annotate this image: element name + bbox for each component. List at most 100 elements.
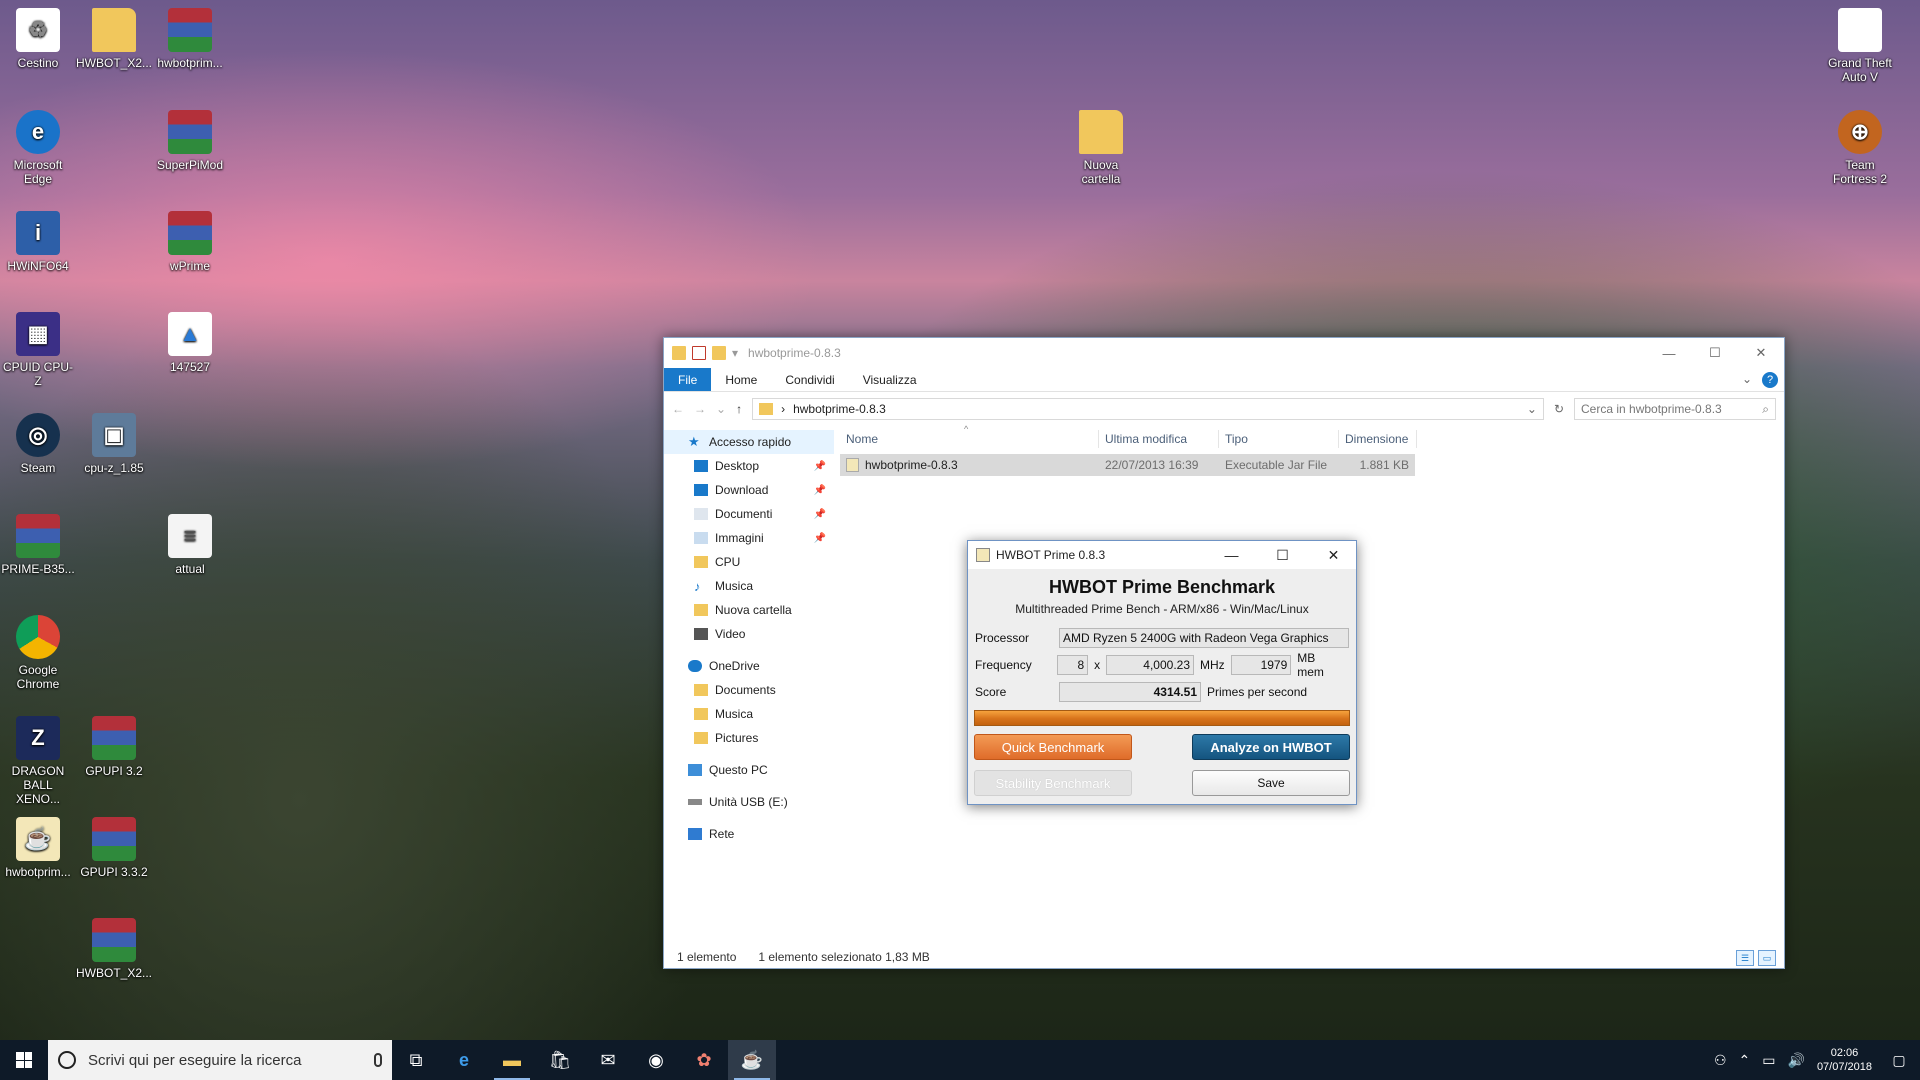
nav-immagini[interactable]: Immagini 📌 xyxy=(664,526,834,550)
nav-musica[interactable]: ♪ Musica xyxy=(664,574,834,598)
recycle-bin-icon: ♻ xyxy=(16,8,60,52)
properties-icon[interactable] xyxy=(692,346,706,360)
chrome-taskbar-icon[interactable]: ◉ xyxy=(632,1040,680,1080)
tab-home[interactable]: Home xyxy=(711,368,771,391)
column-ultima-modifica[interactable]: Ultima modifica xyxy=(1099,430,1219,448)
expand-ribbon-icon[interactable]: ⌄ xyxy=(1742,372,1752,391)
nav-nuova-cartella[interactable]: Nuova cartella xyxy=(664,598,834,622)
minimize-button[interactable]: — xyxy=(1209,541,1254,569)
taskbar-search-box[interactable]: Scrivi qui per eseguire la ricerca xyxy=(48,1040,392,1080)
java-taskbar-icon[interactable]: ☕ xyxy=(728,1040,776,1080)
nav-onedrive-pictures[interactable]: Pictures xyxy=(664,726,834,750)
chevron-down-icon[interactable]: ▾ xyxy=(732,346,738,360)
desktop-icon-dragonball[interactable]: Z DRAGON BALL XENO... xyxy=(0,716,76,806)
benchmark-progress-bar xyxy=(974,710,1350,726)
task-view-icon[interactable]: ⧉ xyxy=(392,1040,440,1080)
desktop-icon-hwbot-x2-rar[interactable]: HWBOT_X2... xyxy=(76,918,152,980)
nav-desktop[interactable]: Desktop 📌 xyxy=(664,454,834,478)
hwbot-title-bar[interactable]: HWBOT Prime 0.8.3 — ☐ ✕ xyxy=(968,541,1356,569)
desktop-icon-147527[interactable]: ▲ 147527 xyxy=(152,312,228,374)
nav-documenti[interactable]: Documenti 📌 xyxy=(664,502,834,526)
desktop-icon-superpimod[interactable]: SuperPiMod xyxy=(152,110,228,172)
nav-this-pc[interactable]: Questo PC xyxy=(664,758,834,782)
nav-video[interactable]: Video xyxy=(664,622,834,646)
desktop-icon-nuova-cartella[interactable]: Nuova cartella xyxy=(1063,110,1139,186)
new-folder-icon[interactable] xyxy=(712,346,726,360)
desktop-icon-tf2[interactable]: ⊕ Team Fortress 2 xyxy=(1822,110,1898,186)
nav-download[interactable]: Download 📌 xyxy=(664,478,834,502)
maximize-button[interactable]: ☐ xyxy=(1692,338,1738,368)
pin-icon: 📌 xyxy=(813,484,826,496)
desktop-icon-wprime[interactable]: wPrime xyxy=(152,211,228,273)
refresh-icon[interactable]: ↻ xyxy=(1554,402,1564,416)
search-input[interactable]: Cerca in hwbotprime-0.8.3 ⌕ xyxy=(1574,398,1776,420)
nav-label: CPU xyxy=(715,555,741,569)
address-bar[interactable]: › hwbotprime-0.8.3 ⌄ xyxy=(752,398,1544,420)
help-icon[interactable]: ? xyxy=(1762,372,1778,388)
volume-icon[interactable]: 🔊 xyxy=(1788,1052,1805,1069)
nav-usb-drive[interactable]: Unità USB (E:) xyxy=(664,790,834,814)
column-tipo[interactable]: Tipo xyxy=(1219,430,1339,448)
nav-onedrive-documents[interactable]: Documents xyxy=(664,678,834,702)
save-button[interactable]: Save xyxy=(1192,770,1350,796)
details-view-icon[interactable]: ☰ xyxy=(1736,950,1754,966)
file-type: Executable Jar File xyxy=(1225,458,1328,472)
mail-taskbar-icon[interactable]: ✉ xyxy=(584,1040,632,1080)
desktop-icon-hwbot-folder[interactable]: HWBOT_X2... xyxy=(76,8,152,70)
desktop-icon-cpuz-installer[interactable]: ▣ cpu-z_1.85 xyxy=(76,413,152,475)
column-dimensione[interactable]: Dimensione xyxy=(1339,430,1417,448)
nav-onedrive-musica[interactable]: Musica xyxy=(664,702,834,726)
desktop-icon-hwbotprime-rar[interactable]: hwbotprim... xyxy=(152,8,228,70)
table-row[interactable]: hwbotprime-0.8.3 22/07/2013 16:39 Execut… xyxy=(840,454,1415,476)
recent-chevron-icon[interactable]: ⌄ xyxy=(716,402,726,416)
quick-benchmark-button[interactable]: Quick Benchmark xyxy=(974,734,1132,760)
nav-network[interactable]: Rete xyxy=(664,822,834,846)
edge-taskbar-icon[interactable]: e xyxy=(440,1040,488,1080)
chevron-down-icon[interactable]: ⌄ xyxy=(1527,402,1537,416)
up-arrow-icon[interactable]: ↑ xyxy=(736,402,742,416)
status-bar: 1 elemento 1 elemento selezionato 1,83 M… xyxy=(664,946,1784,968)
column-nome[interactable]: Nome xyxy=(840,430,1099,448)
desktop-icon-hwinfo64[interactable]: i HWiNFO64 xyxy=(0,211,76,273)
nav-onedrive[interactable]: OneDrive xyxy=(664,654,834,678)
people-icon[interactable]: ⚇ xyxy=(1714,1052,1727,1069)
close-button[interactable]: ✕ xyxy=(1311,541,1356,569)
desktop-icon-prime-b35[interactable]: PRIME-B35... xyxy=(0,514,76,576)
action-center-icon[interactable]: ▢ xyxy=(1884,1052,1914,1069)
desktop-icon-steam[interactable]: ◎ Steam xyxy=(0,413,76,475)
large-icons-view-icon[interactable]: ▭ xyxy=(1758,950,1776,966)
download-icon xyxy=(694,484,708,496)
network-icon[interactable]: ▭ xyxy=(1762,1052,1775,1069)
superpi-taskbar-icon[interactable]: ✿ xyxy=(680,1040,728,1080)
maximize-button[interactable]: ☐ xyxy=(1260,541,1305,569)
tab-visualizza[interactable]: Visualizza xyxy=(849,368,931,391)
hwbot-window-title: HWBOT Prime 0.8.3 xyxy=(996,548,1106,562)
nav-quick-access[interactable]: ★ Accesso rapido xyxy=(664,430,834,454)
tab-condividi[interactable]: Condividi xyxy=(771,368,848,391)
file-explorer-taskbar-icon[interactable]: ▬ xyxy=(488,1040,536,1080)
forward-arrow-icon[interactable]: → xyxy=(694,402,706,416)
desktop-icon-attual[interactable]: ≡ attual xyxy=(152,514,228,576)
desktop-icon-chrome[interactable]: Google Chrome xyxy=(0,615,76,691)
desktop-icon-gpupi332[interactable]: GPUPI 3.3.2 xyxy=(76,817,152,879)
clock[interactable]: 02:06 07/07/2018 xyxy=(1817,1046,1872,1074)
desktop-icon-label: wPrime xyxy=(169,259,210,273)
minimize-button[interactable]: — xyxy=(1646,338,1692,368)
desktop-icon-hwbotprime-jar[interactable]: ☕ hwbotprim... xyxy=(0,817,76,879)
desktop-icon-edge[interactable]: e Microsoft Edge xyxy=(0,110,76,186)
chevron-up-icon[interactable]: ⌃ xyxy=(1739,1052,1751,1069)
analyze-on-hwbot-button[interactable]: Analyze on HWBOT xyxy=(1192,734,1350,760)
tab-file[interactable]: File xyxy=(664,368,712,391)
microphone-icon[interactable] xyxy=(374,1053,382,1067)
start-button[interactable] xyxy=(0,1040,48,1080)
store-taskbar-icon[interactable]: 🛍 xyxy=(536,1040,584,1080)
nav-label: Documenti xyxy=(715,507,773,521)
desktop-icon-gta5[interactable]: Grand Theft Auto V xyxy=(1822,8,1898,84)
desktop-icon-gpupi32[interactable]: GPUPI 3.2 xyxy=(76,716,152,778)
back-arrow-icon[interactable]: ← xyxy=(672,402,684,416)
nav-cpu[interactable]: CPU xyxy=(664,550,834,574)
desktop-icon-cpuz[interactable]: ▦ CPUID CPU-Z xyxy=(0,312,76,388)
explorer-title-bar[interactable]: ▾ hwbotprime-0.8.3 — ☐ ✕ xyxy=(664,338,1784,368)
desktop-icon-cestino[interactable]: ♻ Cestino xyxy=(0,8,76,70)
close-button[interactable]: ✕ xyxy=(1738,338,1784,368)
